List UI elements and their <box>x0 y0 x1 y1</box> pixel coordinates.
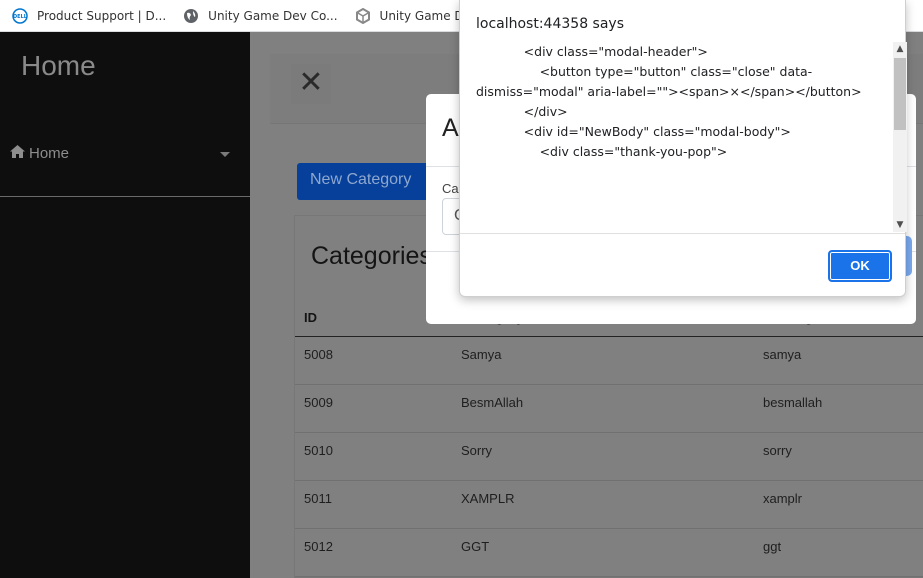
alert-scrollbar[interactable]: ▲ ▼ <box>893 42 907 232</box>
table-row[interactable]: 5008 Samya samya <box>295 337 923 385</box>
bookmark-label: Product Support | D... <box>37 8 167 23</box>
bookmark-unity-1[interactable]: Unity Game Dev Co... <box>183 8 338 24</box>
alert-message-line: <div id="NewBody" class="modal-body"> <box>476 124 791 139</box>
cell-category: GGT <box>461 539 490 554</box>
scroll-up-icon[interactable]: ▲ <box>893 42 907 56</box>
new-category-button[interactable]: New Category <box>297 163 437 200</box>
chevron-down-icon[interactable] <box>220 152 230 157</box>
category-field-label: Ca <box>442 181 459 196</box>
cell-id: 5011 <box>304 491 332 506</box>
table-row[interactable]: 5009 BesmAllah besmallah <box>295 385 923 433</box>
home-icon <box>10 145 25 161</box>
table-row[interactable]: 5011 XAMPLR xamplr <box>295 481 923 529</box>
ok-button[interactable]: OK <box>828 250 892 282</box>
card-title: Categories <box>311 242 432 270</box>
cell-url-slug: samya <box>763 347 802 362</box>
close-icon[interactable]: ✕ <box>291 64 331 104</box>
cell-category: Samya <box>461 347 502 362</box>
sidebar-item-label: Home <box>29 144 70 162</box>
svg-text:DELL: DELL <box>13 14 28 20</box>
cell-id: 5010 <box>304 443 333 458</box>
cell-id: 5009 <box>304 395 333 410</box>
cell-url-slug: sorry <box>763 443 792 458</box>
cell-id: 5012 <box>304 539 333 554</box>
cell-category: BesmAllah <box>461 395 524 410</box>
scroll-down-icon[interactable]: ▼ <box>893 218 907 232</box>
table-row[interactable]: 5012 GGT ggt <box>295 529 923 577</box>
cell-url-slug: ggt <box>763 539 782 554</box>
scrollbar-thumb[interactable] <box>894 58 906 130</box>
cell-url-slug: besmallah <box>763 395 823 410</box>
alert-divider <box>460 233 905 234</box>
alert-message-line: </div> <box>476 104 568 119</box>
sidebar-divider <box>0 196 250 197</box>
alert-message-line: <div class="modal-header"> <box>476 44 708 59</box>
alert-origin: localhost:44358 says <box>476 16 624 32</box>
modal-title: A <box>442 114 459 142</box>
sidebar: Home Home <box>0 32 250 578</box>
cell-category: XAMPLR <box>461 491 515 506</box>
alert-message-line: <button type="button" class="close" data… <box>476 64 813 79</box>
cell-id: 5008 <box>304 347 333 362</box>
bookmark-product-support[interactable]: DELL Product Support | D... <box>12 7 167 24</box>
alert-message-line: <div class="thank-you-pop"> <box>476 144 728 159</box>
alert-message: <div class="modal-header"> <button type=… <box>476 42 893 232</box>
table-row[interactable]: 5010 Sorry sorry <box>295 433 923 481</box>
sidebar-item-home[interactable]: Home <box>0 108 250 198</box>
unity-logo-icon <box>355 7 371 24</box>
sidebar-title: Home <box>21 50 96 81</box>
dell-logo-icon: DELL <box>12 7 28 24</box>
cell-url-slug: xamplr <box>763 491 803 506</box>
globe-icon <box>183 8 199 24</box>
alert-dialog: localhost:44358 says <div class="modal-h… <box>459 0 907 297</box>
alert-message-line: dismiss="modal" aria-label=""><span>×</s… <box>476 84 862 99</box>
cell-category: Sorry <box>461 443 493 458</box>
bookmark-label: Unity Game Dev Co... <box>208 8 338 23</box>
categories-table: ID ↓Category Url Slug 5008 Samya samya 5… <box>295 299 923 577</box>
